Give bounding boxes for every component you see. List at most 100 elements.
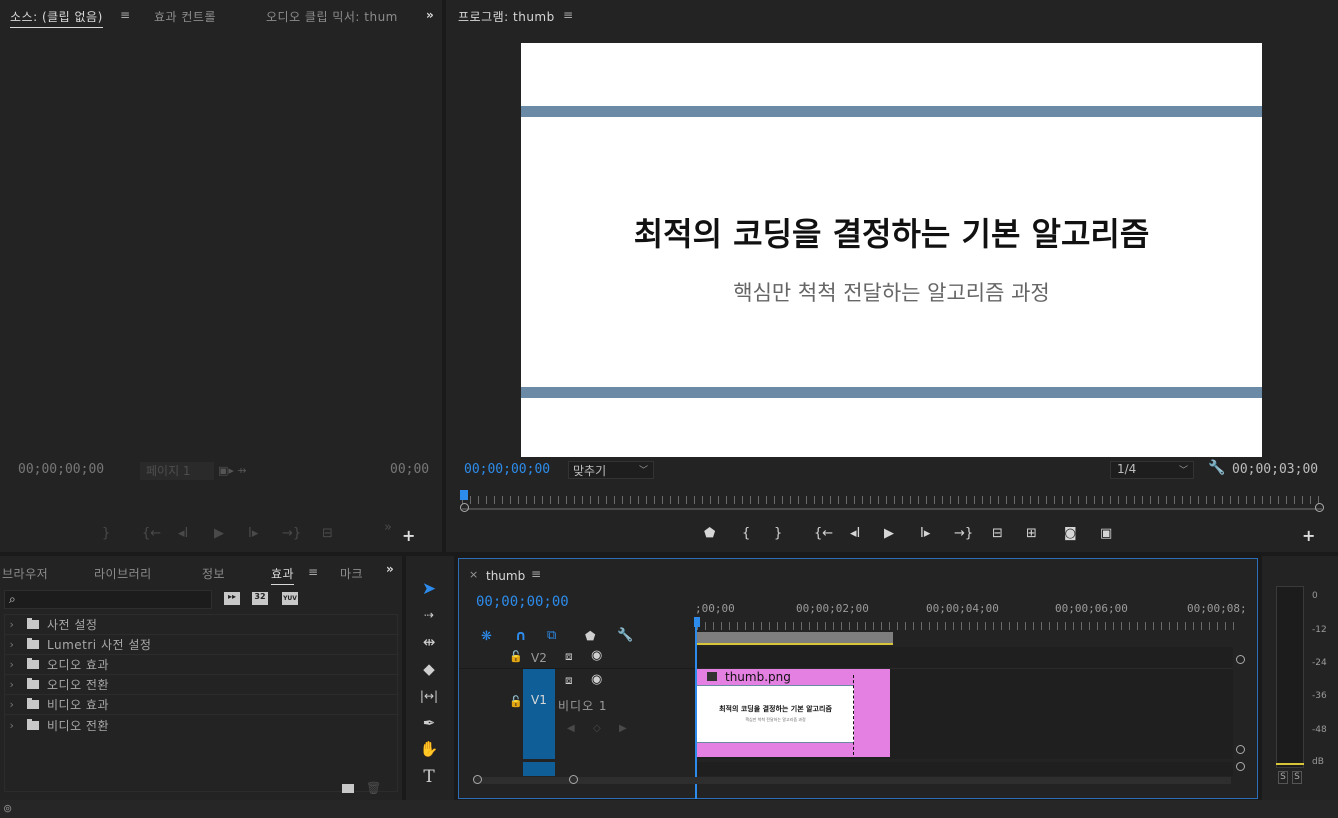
32bit-effects-icon[interactable]: 32 [252, 592, 268, 605]
vertical-scroll-handle-a1[interactable] [1236, 762, 1245, 771]
page-indicator[interactable]: 페이지 1 [140, 462, 214, 480]
razor-tool-icon[interactable]: ◆ [416, 658, 442, 680]
track-select-tool-icon[interactable]: ⇢ [416, 604, 442, 626]
prev-keyframe-icon[interactable]: ◀ [567, 723, 575, 734]
effects-menu-icon[interactable]: ≡ [308, 565, 319, 579]
creative-cloud-icon[interactable]: ⊚ [3, 802, 12, 815]
chevron-right-icon[interactable]: › [5, 698, 19, 711]
go-to-out-icon[interactable]: →} [954, 526, 973, 541]
effects-search-input[interactable]: ⌕ [4, 590, 212, 609]
tree-item-video-effects[interactable]: › 비디오 효과 [5, 695, 399, 715]
tab-libraries[interactable]: 라이브러리 [94, 565, 152, 582]
next-keyframe-icon[interactable]: ▶ [619, 723, 627, 734]
program-add-button-icon[interactable]: + [1302, 526, 1315, 545]
extract-icon[interactable]: ⊞ [1026, 526, 1037, 541]
lock-icon[interactable]: 🔓 [509, 650, 523, 663]
step-back-icon[interactable]: ◂I [850, 526, 860, 541]
trash-icon[interactable]: 🗑 [366, 781, 381, 795]
vertical-scroll-handle-bottom[interactable] [1236, 745, 1245, 754]
tab-markers[interactable]: 마크 [340, 565, 364, 582]
more-panels-icon[interactable]: » [426, 8, 434, 22]
tab-info[interactable]: 정보 [202, 565, 225, 582]
tree-item-audio-effects[interactable]: › 오디오 효과 [5, 655, 399, 675]
camera-icon[interactable]: ◙ [1064, 526, 1077, 541]
horizontal-scroll-handle-left[interactable] [473, 775, 482, 784]
tab-source[interactable]: 소스: (클립 없음) [10, 8, 103, 28]
source-add-button-icon[interactable]: + [402, 526, 415, 545]
more-panels-icon[interactable]: » [386, 562, 394, 576]
source-more-icon[interactable]: » [384, 520, 392, 535]
step-back-icon[interactable]: ◂I [178, 526, 188, 541]
timeline-ruler[interactable] [697, 622, 1237, 630]
track-target-v1[interactable] [523, 669, 555, 759]
program-playhead[interactable] [460, 490, 468, 500]
close-sequence-icon[interactable]: × [469, 568, 478, 581]
track-name-v1[interactable]: 비디오 1 [558, 697, 608, 714]
sequence-menu-icon[interactable]: ≡ [531, 567, 541, 581]
sync-lock-icon[interactable]: ⧈ [565, 649, 573, 664]
work-area-bar[interactable] [697, 632, 893, 645]
tree-item-lumetri-presets[interactable]: › Lumetri 사전 설정 [5, 635, 399, 655]
go-to-in-icon[interactable]: {← [814, 526, 833, 541]
lift-icon[interactable]: ⊟ [992, 526, 1003, 541]
tree-item-video-transitions[interactable]: › 비디오 전환 [5, 715, 399, 735]
chevron-right-icon[interactable]: › [5, 618, 19, 631]
wrench-icon[interactable]: 🔧 [1208, 460, 1225, 476]
horizontal-scroll-handle-right[interactable] [569, 775, 578, 784]
eye-icon[interactable]: ◉ [591, 648, 602, 663]
yuv-effects-icon[interactable]: YUV [282, 592, 298, 605]
timeline-timecode[interactable]: 00;00;00;00 [476, 594, 569, 610]
horizontal-scrollbar[interactable] [473, 777, 1231, 784]
program-current-timecode[interactable]: 00;00;00;00 [464, 462, 550, 477]
chevron-right-icon[interactable]: › [5, 678, 19, 691]
program-menu-icon[interactable]: ≡ [563, 8, 574, 22]
step-forward-icon[interactable]: I▸ [920, 526, 930, 541]
mark-out-icon[interactable]: } [102, 526, 110, 541]
tab-effect-controls[interactable]: 효과 컨트롤 [154, 8, 216, 25]
track-v2-lane[interactable] [697, 647, 1233, 669]
chevron-right-icon[interactable]: › [5, 719, 19, 732]
tree-item-presets[interactable]: › 사전 설정 [5, 615, 399, 635]
step-forward-icon[interactable]: I▸ [248, 526, 258, 541]
track-label-v2[interactable]: V2 [531, 651, 547, 665]
vertical-scroll-handle-top[interactable] [1236, 655, 1245, 664]
type-tool-icon[interactable]: T [416, 766, 442, 788]
program-ruler[interactable] [462, 496, 1324, 504]
source-menu-icon[interactable]: ≡ [120, 8, 131, 22]
go-to-in-icon[interactable]: {← [142, 526, 161, 541]
ripple-edit-tool-icon[interactable]: ⇹ [416, 631, 442, 653]
compare-icon[interactable]: ▣ [1100, 526, 1112, 541]
eye-icon[interactable]: ◉ [591, 672, 602, 687]
lock-icon[interactable]: 🔓 [509, 695, 523, 708]
sequence-tab[interactable]: thumb [486, 569, 525, 583]
track-label-v1[interactable]: V1 [531, 693, 547, 707]
program-title[interactable]: 프로그램: thumb [458, 8, 555, 25]
scroll-handle-right[interactable] [1315, 503, 1324, 512]
tab-audio-clip-mixer[interactable]: 오디오 클립 믹서: thum [266, 8, 398, 25]
play-icon[interactable]: ▶ [214, 526, 224, 541]
add-marker-icon[interactable]: ⬟ [704, 526, 715, 541]
selection-tool-icon[interactable]: ➤ [416, 578, 442, 600]
tab-effects[interactable]: 효과 [271, 565, 295, 585]
timeline-clip[interactable]: thumb.png 최적의 코딩을 결정하는 기본 알고리즘 핵심만 척척 전달… [697, 669, 890, 757]
slip-tool-icon[interactable]: |↔| [416, 685, 442, 707]
pen-tool-icon[interactable]: ✒ [416, 712, 442, 734]
fit-select[interactable]: 맞추기 ﹀ [568, 461, 654, 479]
playhead-handle[interactable] [694, 617, 700, 627]
magnet-icon[interactable]: ∩ [515, 628, 526, 644]
tree-item-audio-transitions[interactable]: › 오디오 전환 [5, 675, 399, 695]
accelerated-effects-icon[interactable]: ▸▸ [224, 592, 240, 605]
snap-icon[interactable]: ❋ [481, 629, 492, 644]
mark-out-icon[interactable]: } [774, 526, 782, 541]
keyframe-icon[interactable]: ◇ [593, 723, 601, 734]
timeline-settings-wrench-icon[interactable]: 🔧 [617, 628, 633, 643]
chevron-right-icon[interactable]: › [5, 638, 19, 651]
go-to-out-icon[interactable]: →} [282, 526, 301, 541]
track-target-a1[interactable] [523, 762, 555, 776]
solo-button[interactable]: S [1278, 771, 1288, 784]
track-a1-lane[interactable] [697, 762, 1233, 776]
new-bin-icon[interactable] [342, 784, 354, 793]
zoom-scrollbar[interactable] [462, 508, 1322, 510]
source-timecode[interactable]: 00;00;00;00 [18, 462, 104, 477]
mark-in-icon[interactable]: { [742, 526, 750, 541]
